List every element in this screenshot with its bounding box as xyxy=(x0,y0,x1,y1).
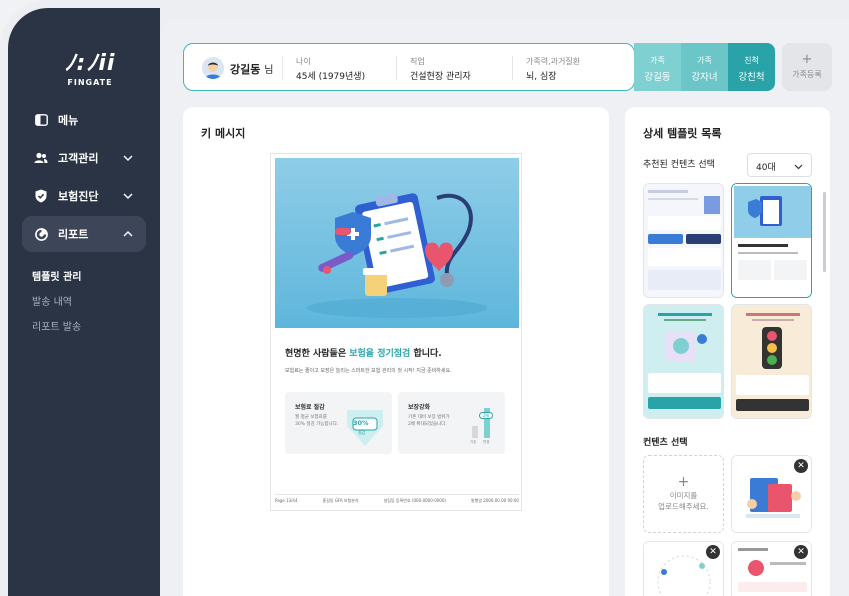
sidebar-item-label: 보험진단 xyxy=(58,190,99,203)
chevron-down-icon xyxy=(794,164,803,170)
sidebar-item-customers[interactable]: 고객관리 xyxy=(22,140,146,176)
scrollbar[interactable] xyxy=(823,192,826,272)
chevron-down-icon xyxy=(123,155,133,161)
template-list-title: 상세 템플릿 목록 xyxy=(643,127,722,140)
chevron-down-icon xyxy=(123,193,133,199)
card-coverage-boost: 보장강화 기존 대비 보장 범위가 2배 확대되었습니다. 2배 기존 변경 xyxy=(398,392,505,454)
shield-check-icon xyxy=(34,189,48,203)
doc-subtext: 보험료는 줄이고 보장은 늘리는 스마트한 보험 관리의 첫 시작! 지금 준비… xyxy=(285,368,452,374)
subitem-template-manage[interactable]: 템플릿 관리 xyxy=(32,268,81,283)
template-preview: 현명한 사람들은 보험을 정기점검 합니다. 보험료는 줄이고 보장은 늘리는 … xyxy=(270,153,522,511)
sidebar-item-label: 고객관리 xyxy=(58,152,99,165)
fingate-logo[interactable]: ﾉ:ﾉii FINGATE xyxy=(60,52,120,96)
template-thumbnail-selected[interactable] xyxy=(731,183,812,298)
remove-content-button[interactable]: ✕ xyxy=(794,459,808,473)
divider xyxy=(512,56,513,80)
users-icon xyxy=(34,151,48,165)
menu-icon xyxy=(34,113,48,127)
bar-before xyxy=(472,426,478,438)
customer-profile-bar[interactable]: 강길동 님 나이 45세 (1979년생) 직업 건설현장 관리자 가족력,과거… xyxy=(183,43,635,91)
sidebar: ﾉ:ﾉii FINGATE 메뉴 고객관리 보험진단 리포트 템플릿 관리 발송… xyxy=(8,8,160,596)
job-value: 건설현장 관리자 xyxy=(410,72,471,82)
remove-content-button[interactable]: ✕ xyxy=(706,545,720,559)
divider xyxy=(396,56,397,80)
remove-content-button[interactable]: ✕ xyxy=(794,545,808,559)
image-upload-dropzone[interactable]: + 이미지를 업로드해주세요. xyxy=(643,455,724,533)
plus-icon: + xyxy=(801,52,813,67)
doc-headline: 현명한 사람들은 보험을 정기점검 합니다. xyxy=(285,349,442,359)
history-label: 가족력,과거질환 xyxy=(526,57,581,66)
age-value: 45세 (1979년생) xyxy=(296,72,366,82)
sidebar-item-insurance[interactable]: 보험진단 xyxy=(22,178,146,214)
divider xyxy=(282,56,283,80)
family-tab-3[interactable]: 친척 강친척 xyxy=(728,43,775,91)
add-family-button[interactable]: + 가족등록 xyxy=(782,43,832,91)
chevron-up-icon xyxy=(123,231,133,237)
template-thumbnail[interactable] xyxy=(643,183,724,298)
down-arrow-icon xyxy=(347,410,383,446)
template-thumbnail[interactable] xyxy=(731,304,812,419)
age-label: 나이 xyxy=(296,57,311,66)
report-icon xyxy=(34,227,48,241)
family-tab-1[interactable]: 가족 강길동 xyxy=(634,43,681,91)
recommend-label: 추천된 컨텐츠 선택 xyxy=(643,160,715,170)
subitem-report-send[interactable]: 리포트 발송 xyxy=(32,318,81,333)
sidebar-item-label: 리포트 xyxy=(58,228,89,241)
history-value: 뇌, 심장 xyxy=(526,72,557,82)
doc-footer: Page 13/44 홍길동 GFA 보험분석 설립등 등록번호 (000-00… xyxy=(275,494,519,504)
avatar xyxy=(202,57,224,79)
content-select-label: 컨텐츠 선택 xyxy=(643,438,688,448)
job-label: 직업 xyxy=(410,57,425,66)
sidebar-item-report[interactable]: 리포트 xyxy=(22,216,146,252)
saving-percent: 30% xyxy=(353,419,369,427)
plus-icon: + xyxy=(677,474,690,490)
template-thumbnail[interactable] xyxy=(643,304,724,419)
subitem-send-history[interactable]: 발송 내역 xyxy=(32,293,72,308)
family-tab-2[interactable]: 가족 강자녀 xyxy=(681,43,728,91)
card-premium-saving: 보험료 절감 월 평균 보험료를 30% 절감 가능합니다. 30% 절감 xyxy=(285,392,392,454)
sidebar-item-menu[interactable]: 메뉴 xyxy=(22,102,146,138)
age-group-select[interactable]: 40대 xyxy=(747,153,812,177)
customer-name: 강길동 님 xyxy=(230,63,274,76)
app-frame: ﾉ:ﾉii FINGATE 메뉴 고객관리 보험진단 리포트 템플릿 관리 발송… xyxy=(0,0,849,596)
sidebar-item-label: 메뉴 xyxy=(58,114,79,127)
key-message-title: 키 메시지 xyxy=(201,127,246,140)
healthcare-illustration xyxy=(275,158,519,328)
